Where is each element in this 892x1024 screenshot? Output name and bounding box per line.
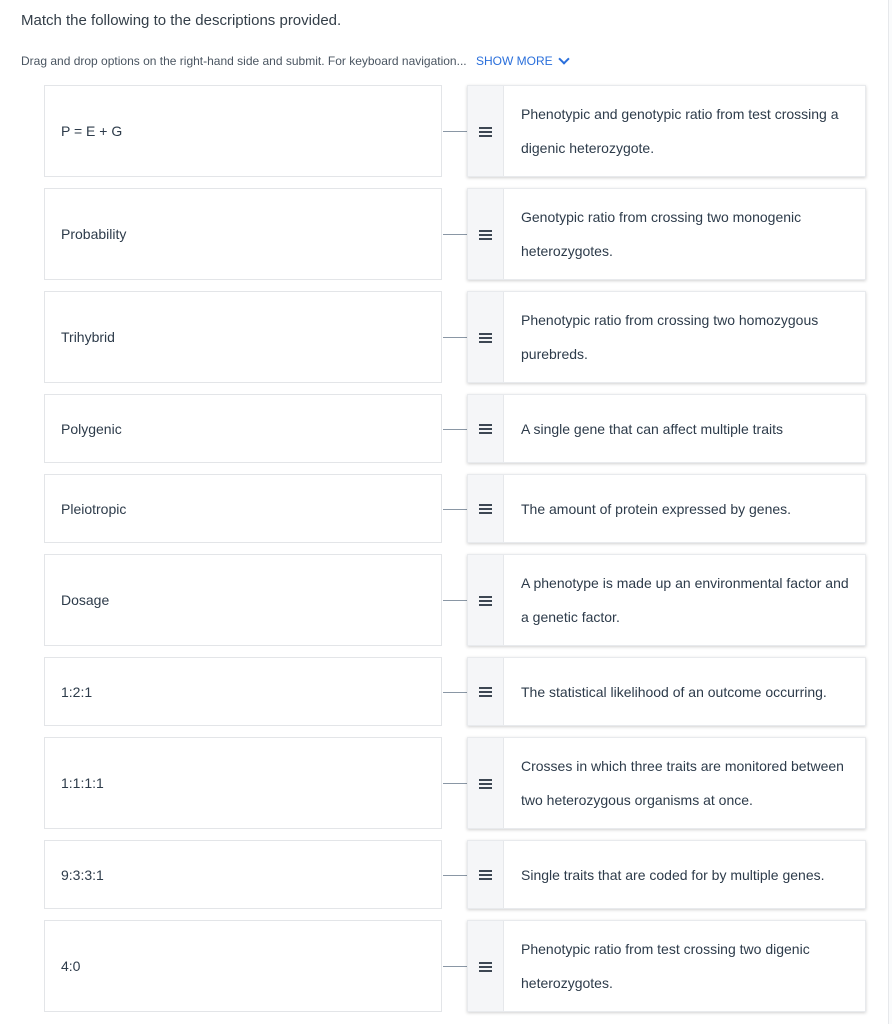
- drag-handle-icon: [479, 423, 492, 434]
- draggable-description-card[interactable]: Phenotypic ratio from test crossing two …: [467, 920, 866, 1012]
- term-label: Trihybrid: [61, 329, 115, 345]
- connector-line: [443, 783, 467, 784]
- term-drop-target[interactable]: Polygenic: [44, 394, 442, 463]
- term-drop-target[interactable]: 9:3:3:1: [44, 840, 442, 909]
- term-label: 1:2:1: [61, 683, 93, 700]
- draggable-description-card[interactable]: A phenotype is made up an environmental …: [467, 554, 866, 646]
- description-text: A single gene that can affect multiple t…: [521, 420, 784, 437]
- show-more-button[interactable]: SHOW MORE: [475, 53, 570, 68]
- drag-handle[interactable]: [468, 189, 504, 279]
- match-row: 1:2:1 The statistical likelihood of an o…: [44, 657, 866, 726]
- drag-handle-icon: [479, 778, 492, 789]
- drag-handle-icon: [479, 869, 492, 880]
- term-drop-target[interactable]: Probability: [44, 188, 442, 280]
- draggable-description-card[interactable]: Single traits that are coded for by mult…: [467, 840, 866, 909]
- term-label: P = E + G: [61, 123, 123, 139]
- term-drop-target[interactable]: P = E + G: [44, 85, 442, 177]
- chevron-down-icon: [557, 53, 570, 65]
- description-text: Single traits that are coded for by mult…: [521, 866, 825, 883]
- show-more-label: SHOW MORE: [475, 54, 553, 68]
- match-row: Trihybrid Phenotypic ratio from crossing…: [44, 291, 866, 383]
- term-label: 1:1:1:1: [61, 775, 104, 791]
- term-label: 9:3:3:1: [61, 866, 104, 883]
- connector-line: [443, 428, 467, 430]
- description-text: The amount of protein expressed by genes…: [521, 500, 792, 517]
- draggable-description-card[interactable]: A single gene that can affect multiple t…: [467, 394, 866, 463]
- connector-line: [443, 508, 467, 510]
- scrollbar-track[interactable]: [888, 0, 892, 1024]
- connector-line: [443, 874, 467, 876]
- term-drop-target[interactable]: Pleiotropic: [44, 474, 442, 543]
- instructions-text: Drag and drop options on the right-hand …: [21, 54, 467, 68]
- connector-line: [443, 234, 467, 235]
- term-drop-target[interactable]: 1:1:1:1: [44, 737, 442, 829]
- match-row: 9:3:3:1 Single traits that are coded for…: [44, 840, 866, 909]
- match-row: 1:1:1:1 Crosses in which three traits ar…: [44, 737, 866, 829]
- drag-handle-icon: [479, 332, 492, 343]
- drag-handle[interactable]: [468, 555, 504, 645]
- match-row: Dosage A phenotype is made up an environ…: [44, 554, 866, 646]
- drag-handle-icon: [479, 126, 492, 137]
- term-label: Polygenic: [61, 420, 122, 437]
- drag-handle-icon: [479, 961, 492, 972]
- drag-handle[interactable]: [468, 475, 504, 542]
- term-drop-target[interactable]: Trihybrid: [44, 291, 442, 383]
- drag-handle-icon: [479, 595, 492, 606]
- draggable-description-card[interactable]: Crosses in which three traits are monito…: [467, 737, 866, 829]
- description-text: Phenotypic ratio from test crossing two …: [521, 941, 810, 991]
- draggable-description-card[interactable]: Phenotypic and genotypic ratio from test…: [467, 85, 866, 177]
- term-label: Probability: [61, 226, 127, 242]
- connector-line: [443, 131, 467, 132]
- drag-handle[interactable]: [468, 658, 504, 725]
- description-text: Crosses in which three traits are monito…: [521, 758, 844, 808]
- match-row: 4:0 Phenotypic ratio from test crossing …: [44, 920, 866, 1012]
- connector-line: [443, 600, 467, 601]
- term-drop-target[interactable]: 4:0: [44, 920, 442, 1012]
- term-label: Pleiotropic: [61, 500, 127, 517]
- draggable-description-card[interactable]: The amount of protein expressed by genes…: [467, 474, 866, 543]
- connector-line: [443, 337, 467, 338]
- question-title: Match the following to the descriptions …: [21, 12, 342, 29]
- connector-line: [443, 966, 467, 967]
- term-drop-target[interactable]: 1:2:1: [44, 657, 442, 726]
- drag-handle-icon: [479, 503, 492, 514]
- drag-handle[interactable]: [468, 841, 504, 908]
- drag-handle-icon: [479, 229, 492, 240]
- drag-handle[interactable]: [468, 395, 504, 462]
- match-row: Pleiotropic The amount of protein expres…: [44, 474, 866, 543]
- description-text: Genotypic ratio from crossing two monoge…: [521, 209, 802, 259]
- match-row: Probability Genotypic ratio from crossin…: [44, 188, 866, 280]
- connector-line: [443, 691, 467, 693]
- drag-handle[interactable]: [468, 921, 504, 1011]
- description-text: Phenotypic and genotypic ratio from test…: [521, 106, 839, 156]
- description-text: A phenotype is made up an environmental …: [521, 575, 849, 625]
- description-text: The statistical likelihood of an outcome…: [521, 683, 827, 700]
- term-label: Dosage: [61, 592, 110, 608]
- draggable-description-card[interactable]: Phenotypic ratio from crossing two homoz…: [467, 291, 866, 383]
- drag-handle[interactable]: [468, 738, 504, 828]
- drag-handle[interactable]: [468, 86, 504, 176]
- term-drop-target[interactable]: Dosage: [44, 554, 442, 646]
- match-row: Polygenic A single gene that can affect …: [44, 394, 866, 463]
- description-text: Phenotypic ratio from crossing two homoz…: [521, 312, 819, 362]
- term-label: 4:0: [61, 958, 81, 974]
- instructions: Drag and drop options on the right-hand …: [21, 53, 570, 68]
- draggable-description-card[interactable]: Genotypic ratio from crossing two monoge…: [467, 188, 866, 280]
- match-row: P = E + G Phenotypic and genotypic ratio…: [44, 85, 866, 177]
- drag-handle[interactable]: [468, 292, 504, 382]
- drag-handle-icon: [479, 686, 492, 697]
- draggable-description-card[interactable]: The statistical likelihood of an outcome…: [467, 657, 866, 726]
